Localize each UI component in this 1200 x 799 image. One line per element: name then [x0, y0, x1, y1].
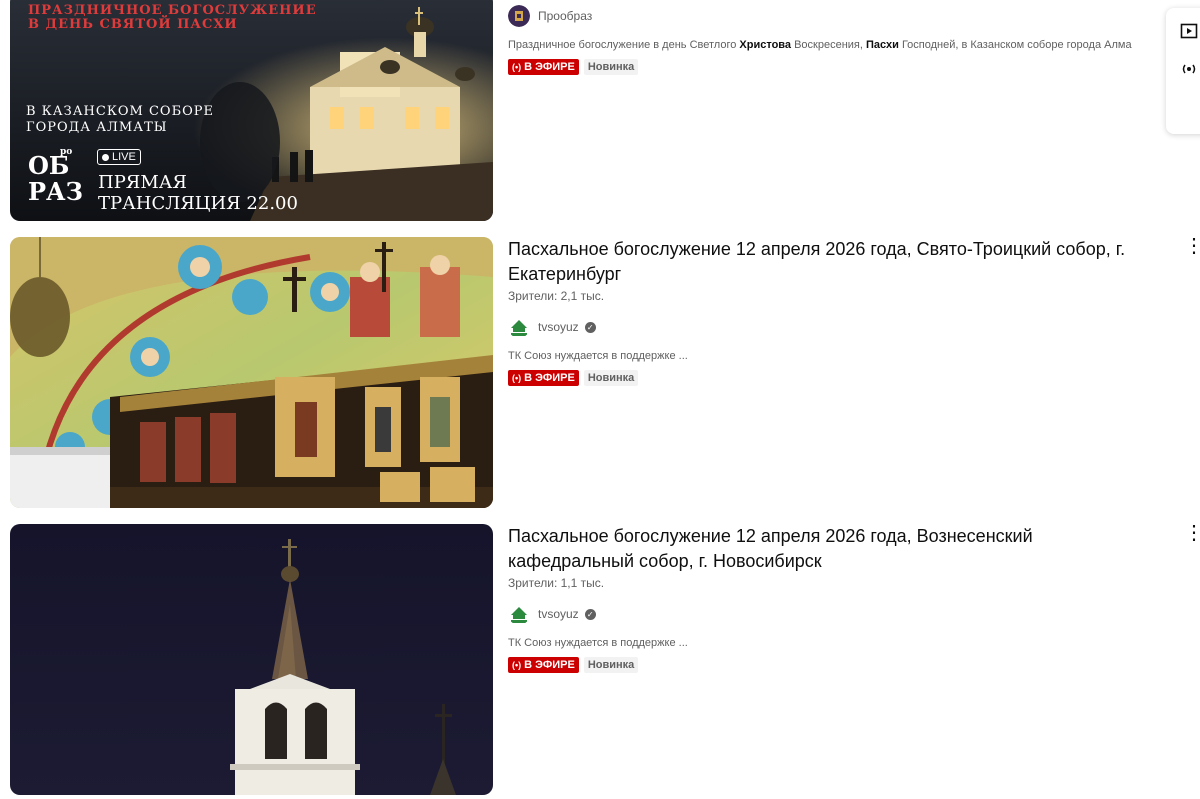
live-dot-icon — [102, 153, 109, 161]
live-badge: (•) В ЭФИРЕ — [508, 657, 579, 673]
video-thumbnail-2[interactable] — [10, 237, 493, 508]
live-badge: (•) В ЭФИРЕ — [508, 370, 579, 386]
thumbnail-location-text: В КАЗАНСКОМ СОБОРЕ ГОРОДА АЛМАТЫ — [26, 104, 215, 135]
live-signal-icon: (•) — [512, 660, 522, 670]
live-signal-icon: (•) — [512, 373, 522, 383]
video-title[interactable]: Пасхальное богослужение 12 апреля 2026 г… — [508, 237, 1200, 287]
video-description: Праздничное богослужение в день Светлого… — [508, 39, 1132, 51]
live-indicator: LIVE — [97, 149, 141, 165]
new-badge: Новинка — [583, 657, 639, 673]
play-queue-icon[interactable] — [1180, 22, 1200, 42]
live-badge: (•) В ЭФИРЕ — [508, 59, 579, 75]
channel-link[interactable]: Прообраз — [508, 5, 1200, 27]
video-title[interactable]: Пасхальное богослужение 12 апреля 2026 г… — [508, 524, 1200, 574]
channel-avatar — [508, 5, 530, 27]
video-thumbnail-3[interactable] — [10, 524, 493, 795]
new-badge: Новинка — [583, 59, 639, 75]
channel-name: tvsoyuz — [538, 320, 579, 334]
channel-avatar — [508, 316, 530, 338]
badge-group: (•) В ЭФИРЕ Новинка — [508, 657, 1200, 673]
more-actions-icon[interactable]: ⋮ — [1184, 233, 1200, 258]
video-thumbnail-1[interactable]: ПРАЗДНИЧНОЕ БОГОСЛУЖЕНИЕ В ДЕНЬ СВЯТОЙ П… — [10, 0, 493, 221]
badge-group: (•) В ЭФИРЕ Новинка — [508, 59, 1200, 75]
channel-name: tvsoyuz — [538, 607, 579, 621]
viewer-count: Зрители: 2,1 тыс. — [508, 289, 605, 303]
channel-logo-overlay: ро ОБ РАЗ — [28, 147, 83, 206]
channel-link[interactable]: tvsoyuz ✓ — [508, 603, 1200, 625]
verified-icon: ✓ — [584, 321, 596, 333]
channel-avatar — [508, 603, 530, 625]
badge-group: (•) В ЭФИРЕ Новинка — [508, 370, 1200, 386]
thumbnail-title-top: ПРАЗДНИЧНОЕ БОГОСЛУЖЕНИЕ В ДЕНЬ СВЯТОЙ П… — [28, 3, 317, 32]
broadcast-icon[interactable] — [1180, 60, 1200, 80]
video-info-1: Прообраз Праздничное богослужение в день… — [508, 5, 1200, 75]
thumbnail-cta: ПРЯМАЯ ТРАНСЛЯЦИЯ 22.00 — [98, 172, 298, 214]
video-row-3: Пасхальное богослужение 12 апреля 2026 г… — [10, 522, 1200, 795]
channel-link[interactable]: tvsoyuz ✓ — [508, 316, 1200, 338]
live-signal-icon: (•) — [512, 62, 522, 72]
channel-name: Прообраз — [538, 9, 593, 23]
side-action-panel — [1166, 8, 1200, 134]
video-info-2: Пасхальное богослужение 12 апреля 2026 г… — [508, 235, 1200, 386]
video-row-1: ПРАЗДНИЧНОЕ БОГОСЛУЖЕНИЕ В ДЕНЬ СВЯТОЙ П… — [10, 0, 1200, 221]
viewer-count: Зрители: 1,1 тыс. — [508, 576, 605, 590]
more-actions-icon[interactable]: ⋮ — [1184, 520, 1200, 545]
video-row-2: Пасхальное богослужение 12 апреля 2026 г… — [10, 235, 1200, 508]
verified-icon: ✓ — [584, 608, 596, 620]
video-description: ТК Союз нуждается в поддержке ... — [508, 350, 688, 362]
video-info-3: Пасхальное богослужение 12 апреля 2026 г… — [508, 522, 1200, 673]
video-description: ТК Союз нуждается в поддержке ... — [508, 637, 688, 649]
new-badge: Новинка — [583, 370, 639, 386]
